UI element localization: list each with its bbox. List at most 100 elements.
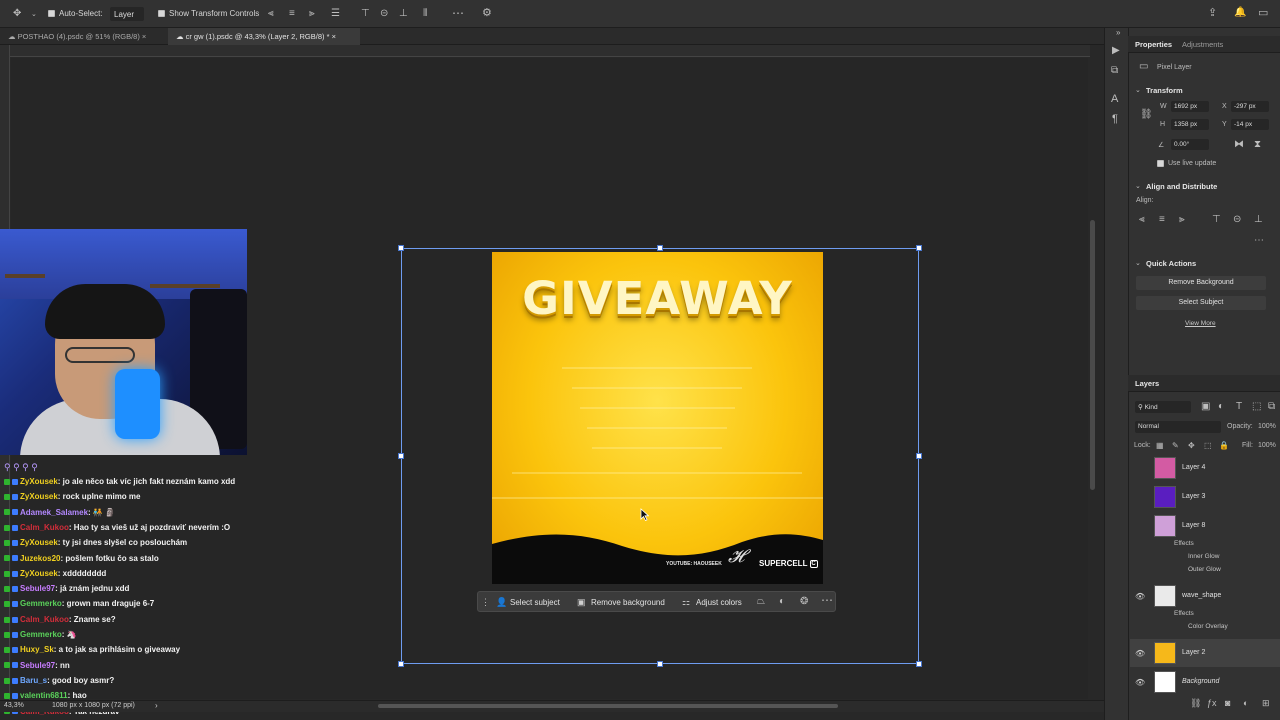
chat-username[interactable]: ZyXousek (20, 569, 58, 578)
align-top-icon[interactable]: ⊤ (1212, 215, 1221, 225)
chat-username[interactable]: ZyXousek (20, 492, 58, 501)
transform-handle-bc[interactable] (657, 661, 663, 667)
close-icon[interactable]: × (140, 32, 146, 41)
chat-username[interactable]: Sebule97 (20, 584, 55, 593)
blend-mode-dropdown[interactable]: Normal (1135, 421, 1221, 433)
angle-field[interactable]: 0.00° (1171, 139, 1209, 150)
filter-adjustment-icon[interactable]: ◐ (1218, 402, 1224, 412)
width-field[interactable]: 1692 px (1171, 101, 1209, 112)
lock-all-icon[interactable]: 🔒 (1219, 441, 1229, 451)
chat-username[interactable]: Calm_Kukoo (20, 523, 69, 532)
layer-name[interactable]: Layer 8 (1182, 522, 1205, 529)
y-field[interactable]: -14 px (1231, 119, 1269, 130)
align-bottom-icon[interactable]: ⊥ (1254, 215, 1263, 225)
filter-smart-icon[interactable]: ⧉ (1268, 402, 1275, 412)
lock-transparent-icon[interactable]: ▦ (1156, 441, 1164, 451)
align-right-icon[interactable]: ⫸ (1179, 215, 1185, 225)
transform-handle-tl[interactable] (398, 245, 404, 251)
transform-handle-tr[interactable] (916, 245, 922, 251)
chat-username[interactable]: Sebule97 (20, 661, 55, 670)
align-center-icon[interactable]: ≡ (289, 9, 295, 19)
layer-row[interactable]: 👁 Layer 2 (1130, 639, 1280, 667)
layer-row[interactable]: Layer 3 (1130, 483, 1280, 511)
distribute-vertical-icon[interactable]: ⦀ (423, 9, 427, 19)
align-bottom-icon[interactable]: ⊥ (399, 9, 408, 19)
transform-handle-mr[interactable] (916, 453, 922, 459)
workspace-icon[interactable]: ▭ (1258, 8, 1268, 19)
layer-row[interactable]: Layer 8 (1130, 512, 1280, 540)
chat-username[interactable]: Calm_Kukoo (20, 615, 69, 624)
fill-value[interactable]: 100% (1258, 442, 1276, 449)
flip-horizontal-icon[interactable]: ⧓ (1234, 140, 1244, 150)
collapse-panel-icon[interactable]: » (1116, 28, 1120, 38)
mask-icon[interactable]: ◐ (779, 597, 785, 607)
filter-type-icon[interactable]: T (1236, 402, 1242, 412)
move-tool-icon[interactable]: ✥ (13, 9, 21, 19)
height-field[interactable]: 1358 px (1171, 119, 1209, 130)
layer-row[interactable]: Layer 4 (1130, 454, 1280, 482)
drag-handle-icon[interactable]: ⋮ (481, 597, 490, 607)
layer-effects-label[interactable]: Effects (1174, 540, 1194, 547)
chat-username[interactable]: Gemmerko (20, 599, 62, 608)
share-icon[interactable]: ⇪ (1208, 8, 1217, 19)
align-left-icon[interactable]: ⫷ (1139, 215, 1145, 225)
layer-name[interactable]: Layer 4 (1182, 464, 1205, 471)
play-icon[interactable]: ▶ (1112, 46, 1120, 56)
align-right-icon[interactable]: ⫸ (309, 9, 315, 19)
show-transform-checkbox[interactable] (158, 10, 165, 17)
chevron-down-icon[interactable]: ⌄ (1135, 86, 1141, 94)
filter-pixel-icon[interactable]: ▣ (1201, 402, 1210, 412)
layer-effects-label[interactable]: Effects (1174, 610, 1194, 617)
vertical-scrollbar[interactable] (1090, 220, 1095, 490)
layer-name[interactable]: Layer 2 (1182, 649, 1205, 656)
align-top-icon[interactable]: ⊤ (361, 9, 370, 19)
align-hcenter-icon[interactable]: ≡ (1159, 215, 1165, 225)
filter-shape-icon[interactable]: ⬚ (1252, 402, 1261, 412)
tab-layers[interactable]: Layers (1135, 379, 1159, 388)
gear-icon[interactable]: ⚙ (482, 8, 492, 19)
auto-select-target-dropdown[interactable]: Layer (110, 7, 144, 21)
layer-effect-item[interactable]: Color Overlay (1188, 623, 1228, 630)
chat-username[interactable]: Gemmerko (20, 630, 62, 639)
close-icon[interactable]: × (330, 32, 336, 41)
zoom-level[interactable]: 43,3% (4, 702, 24, 709)
tab-properties[interactable]: Properties (1135, 40, 1172, 49)
align-left-icon[interactable]: ⫷ (268, 9, 274, 19)
flip-vertical-icon[interactable]: ⧗ (1254, 140, 1261, 150)
link-proportions-icon[interactable]: ⛓ (1140, 110, 1153, 120)
link-layers-icon[interactable]: ⛓ (1190, 698, 1201, 708)
history-icon[interactable]: ⧉ (1111, 66, 1118, 76)
transform-handle-bl[interactable] (398, 661, 404, 667)
chat-username[interactable]: valentin6811 (20, 691, 68, 700)
chevron-down-icon[interactable]: ⌄ (1135, 182, 1141, 190)
layer-name[interactable]: Layer 3 (1182, 493, 1205, 500)
layer-filter-dropdown[interactable]: ⚲ Kind (1135, 401, 1191, 413)
lock-artboard-icon[interactable]: ⬚ (1204, 441, 1212, 451)
fx-icon[interactable]: ƒx (1207, 698, 1217, 708)
layer-row[interactable]: 👁 Background (1130, 668, 1280, 696)
live-update-checkbox[interactable] (1157, 160, 1164, 167)
chevron-right-icon[interactable]: › (155, 701, 158, 710)
align-middle-icon[interactable]: ⊝ (380, 9, 388, 19)
distribute-icon[interactable]: ☰ (331, 9, 340, 19)
select-subject-quick-button[interactable]: Select Subject (1136, 296, 1266, 310)
transform-header[interactable]: Transform (1146, 86, 1183, 95)
more-options-icon[interactable]: ⋯ (452, 7, 464, 19)
eye-icon[interactable]: 👁 (1135, 592, 1145, 601)
add-mask-icon[interactable]: ◙ (1225, 698, 1230, 708)
bell-icon[interactable]: 🔔 (1234, 8, 1246, 18)
transform-handle-tc[interactable] (657, 245, 663, 251)
align-distribute-header[interactable]: Align and Distribute (1146, 182, 1217, 191)
chat-username[interactable]: ZyXousek (20, 538, 58, 547)
layer-effect-item[interactable]: Inner Glow (1188, 553, 1219, 560)
horizontal-scrollbar[interactable] (378, 704, 838, 708)
adjust-colors-button[interactable]: ⚏ Adjust colors (678, 595, 748, 609)
quick-actions-header[interactable]: Quick Actions (1146, 259, 1196, 268)
x-field[interactable]: -297 px (1231, 101, 1269, 112)
paragraph-icon[interactable]: ¶ (1112, 114, 1118, 125)
align-vcenter-icon[interactable]: ⊝ (1233, 215, 1241, 225)
more-icon[interactable]: ⋯ (1254, 236, 1264, 246)
auto-select-checkbox[interactable] (48, 10, 55, 17)
layer-row[interactable]: 👁 wave_shape (1130, 582, 1280, 610)
adjustment-layer-icon[interactable]: ◐ (1243, 698, 1248, 708)
